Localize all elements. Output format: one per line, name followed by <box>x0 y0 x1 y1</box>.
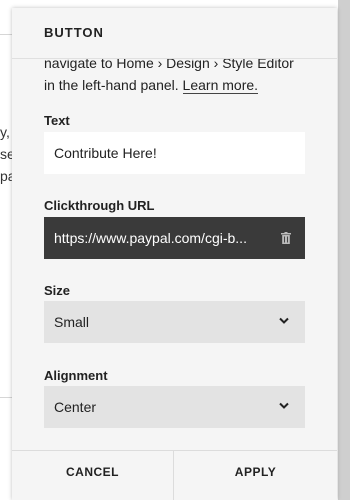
apply-button[interactable]: APPLY <box>174 451 337 500</box>
background-text: y, c <box>0 124 12 140</box>
panel-footer: CANCEL APPLY <box>12 450 337 500</box>
learn-more-link[interactable]: Learn more. <box>182 77 259 94</box>
url-value: https://www.paypal.com/cgi-b... <box>54 230 247 246</box>
text-field-label: Text <box>44 113 70 128</box>
size-value: Small <box>54 314 90 330</box>
size-select[interactable]: Small <box>44 301 305 343</box>
background-text: se <box>0 146 12 162</box>
intro-line: in the left-hand panel. <box>44 77 179 93</box>
text-field[interactable]: Contribute Here! <box>44 132 305 174</box>
chevron-down-icon <box>279 402 289 409</box>
background-strip <box>338 0 350 500</box>
trash-icon[interactable] <box>281 232 291 244</box>
background-text: pa <box>0 168 12 184</box>
button-settings-panel: navigate to Home › Design › Style Editor… <box>12 8 337 500</box>
alignment-field-label: Alignment <box>44 368 108 383</box>
alignment-value: Center <box>54 399 97 415</box>
url-field-label: Clickthrough URL <box>44 198 155 213</box>
chevron-down-icon <box>279 317 289 324</box>
cancel-button[interactable]: CANCEL <box>12 451 173 500</box>
url-field[interactable]: https://www.paypal.com/cgi-b... <box>44 217 305 259</box>
panel-title: BUTTON <box>44 25 104 40</box>
alignment-select[interactable]: Center <box>44 386 305 428</box>
size-field-label: Size <box>44 283 71 298</box>
panel-header: BUTTON <box>12 8 337 59</box>
